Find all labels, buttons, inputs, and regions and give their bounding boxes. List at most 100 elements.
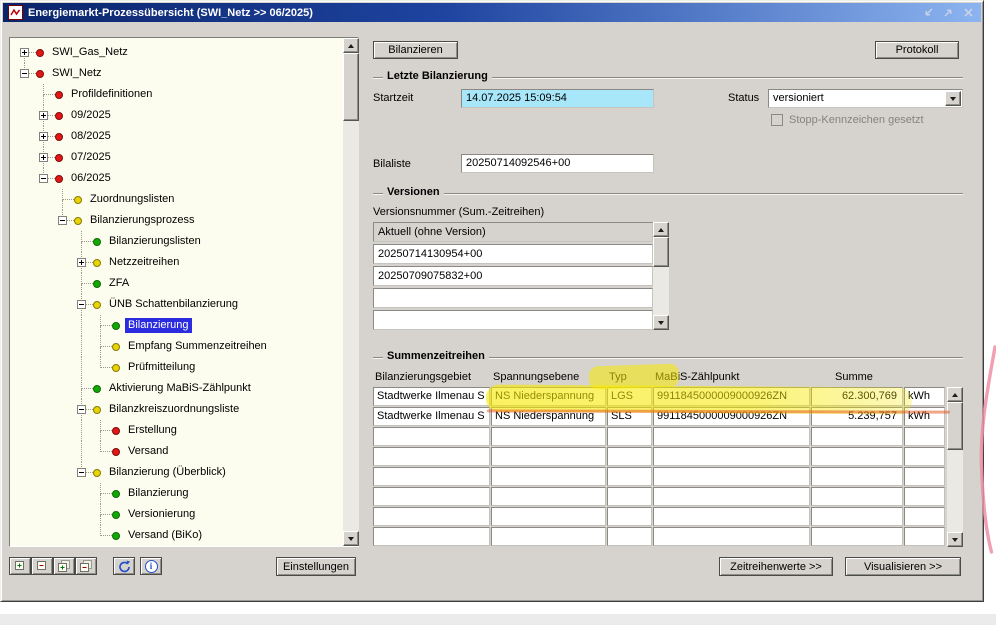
tree-item-label[interactable]: Profildefinitionen xyxy=(68,87,155,102)
startzeit-field[interactable]: 14.07.2025 15:09:54 xyxy=(461,89,654,108)
zeitreihenwerte-button[interactable]: Zeitreihenwerte >> xyxy=(719,557,833,576)
expand-node-button[interactable] xyxy=(9,557,31,575)
cell-spannungsebene[interactable] xyxy=(491,447,606,466)
cell-einheit[interactable]: kWh xyxy=(904,407,945,426)
scroll-down-icon[interactable] xyxy=(343,531,359,546)
tree-item-label[interactable]: Bilanzierung xyxy=(125,318,192,333)
table-scrollbar-thumb[interactable] xyxy=(947,402,963,450)
visualisieren-button[interactable]: Visualisieren >> xyxy=(845,557,961,576)
cell-einheit[interactable] xyxy=(904,467,945,486)
tree-item-label[interactable]: Prüfmitteilung xyxy=(125,360,198,375)
version-list-item[interactable] xyxy=(373,288,653,308)
tree-item-bilanzierung-überblick-[interactable]: Bilanzierung (Überblick) xyxy=(10,462,341,483)
tree-item-07-2025[interactable]: 07/2025 xyxy=(10,147,341,168)
cell-typ[interactable]: SLS xyxy=(607,407,652,426)
chevron-down-icon[interactable] xyxy=(945,91,961,106)
cell-typ[interactable] xyxy=(607,427,652,446)
expand-plus-icon[interactable] xyxy=(39,111,48,120)
cell-bilanzierungsgebiet[interactable]: Stadtwerke Ilmenau S xyxy=(373,407,490,426)
tree-item-label[interactable]: Versionierung xyxy=(125,507,198,522)
cell-summe[interactable] xyxy=(811,467,903,486)
tree-item-bilanzkreiszuordnungsliste[interactable]: Bilanzkreiszuordnungsliste xyxy=(10,399,341,420)
tree-item-09-2025[interactable]: 09/2025 xyxy=(10,105,341,126)
tree-item-label[interactable]: 07/2025 xyxy=(68,150,114,165)
cell-summe[interactable] xyxy=(811,487,903,506)
cell-mabis-zaehlpunkt[interactable]: 9911845000009000926ZN xyxy=(653,407,810,426)
table-scrollbar[interactable] xyxy=(947,387,963,547)
tree-item-bilanzierung[interactable]: Bilanzierung xyxy=(10,315,341,336)
collapse-minus-icon[interactable] xyxy=(77,468,86,477)
einstellungen-button[interactable]: Einstellungen xyxy=(276,557,356,576)
tree-item-label[interactable]: 08/2025 xyxy=(68,129,114,144)
tree-item-label[interactable]: SWI_Gas_Netz xyxy=(49,45,131,60)
tree-item-netzzeitreihen[interactable]: Netzzeitreihen xyxy=(10,252,341,273)
cell-summe[interactable] xyxy=(811,447,903,466)
cell-einheit[interactable]: kWh xyxy=(904,387,945,406)
cell-bilanzierungsgebiet[interactable]: Stadtwerke Ilmenau S xyxy=(373,387,490,406)
tree-scrollbar-thumb[interactable] xyxy=(343,53,359,121)
tree-item-profildefinitionen[interactable]: Profildefinitionen xyxy=(10,84,341,105)
cell-spannungsebene[interactable] xyxy=(491,487,606,506)
cell-summe[interactable]: 62.300,769 xyxy=(811,387,903,406)
scroll-up-icon[interactable] xyxy=(947,387,963,402)
scroll-up-icon[interactable] xyxy=(653,222,669,237)
cell-spannungsebene[interactable] xyxy=(491,527,606,546)
version-list-item[interactable]: 20250714130954+00 xyxy=(373,244,653,264)
collapse-minus-icon[interactable] xyxy=(77,300,86,309)
cell-typ[interactable] xyxy=(607,447,652,466)
stopp-kennzeichen-checkbox[interactable] xyxy=(771,114,783,126)
cell-summe[interactable] xyxy=(811,507,903,526)
cell-spannungsebene[interactable] xyxy=(491,507,606,526)
tree-item-zfa[interactable]: ZFA xyxy=(10,273,341,294)
tree-item-swi-gas-netz[interactable]: SWI_Gas_Netz xyxy=(10,42,341,63)
cell-mabis-zaehlpunkt[interactable] xyxy=(653,447,810,466)
tree-item-label[interactable]: Bilanzkreiszuordnungsliste xyxy=(106,402,242,417)
version-list-item[interactable] xyxy=(373,310,653,330)
cell-spannungsebene[interactable]: NS Niederspannung xyxy=(491,387,606,406)
cell-summe[interactable] xyxy=(811,427,903,446)
tree-item-erstellung[interactable]: Erstellung xyxy=(10,420,341,441)
tree-item-versionierung[interactable]: Versionierung xyxy=(10,504,341,525)
tree-item-bilanzierungslisten[interactable]: Bilanzierungslisten xyxy=(10,231,341,252)
tree-item-label[interactable]: Erstellung xyxy=(125,423,180,438)
cell-typ[interactable] xyxy=(607,527,652,546)
version-list-item[interactable]: Aktuell (ohne Version) xyxy=(373,222,653,242)
tree-item-versand[interactable]: Versand xyxy=(10,441,341,462)
cell-typ[interactable] xyxy=(607,467,652,486)
tree-item-aktivierung-mabis-zählpunkt[interactable]: Aktivierung MaBiS-Zählpunkt xyxy=(10,378,341,399)
tree-item-label[interactable]: Netzzeitreihen xyxy=(106,255,182,270)
maximize-window-icon[interactable] xyxy=(942,7,954,19)
cell-einheit[interactable] xyxy=(904,527,945,546)
tree-item-label[interactable]: ÜNB Schattenbilanzierung xyxy=(106,297,241,312)
bilaliste-field[interactable]: 20250714092546+00 xyxy=(461,154,654,173)
expand-plus-icon[interactable] xyxy=(77,258,86,267)
collapse-minus-icon[interactable] xyxy=(39,174,48,183)
cell-mabis-zaehlpunkt[interactable] xyxy=(653,487,810,506)
cell-einheit[interactable] xyxy=(904,507,945,526)
tree-item-06-2025[interactable]: 06/2025 xyxy=(10,168,341,189)
cell-einheit[interactable] xyxy=(904,487,945,506)
status-dropdown[interactable]: versioniert xyxy=(768,89,963,108)
cell-summe[interactable] xyxy=(811,527,903,546)
tree-item-prüfmitteilung[interactable]: Prüfmitteilung xyxy=(10,357,341,378)
version-list-item[interactable]: 20250709075832+00 xyxy=(373,266,653,286)
tree-item-zuordnungslisten[interactable]: Zuordnungslisten xyxy=(10,189,341,210)
tree-item-label[interactable]: 09/2025 xyxy=(68,108,114,123)
refresh-button[interactable] xyxy=(113,557,135,575)
tree-item-label[interactable]: Bilanzierungslisten xyxy=(106,234,204,249)
tree-item-bilanzierungsprozess[interactable]: Bilanzierungsprozess xyxy=(10,210,341,231)
cell-mabis-zaehlpunkt[interactable] xyxy=(653,427,810,446)
tree-item-ünb-schattenbilanzierung[interactable]: ÜNB Schattenbilanzierung xyxy=(10,294,341,315)
cell-bilanzierungsgebiet[interactable] xyxy=(373,447,490,466)
cell-einheit[interactable] xyxy=(904,447,945,466)
expand-plus-icon[interactable] xyxy=(39,153,48,162)
tree-item-label[interactable]: Bilanzierung (Überblick) xyxy=(106,465,229,480)
cell-bilanzierungsgebiet[interactable] xyxy=(373,467,490,486)
tree-item-label[interactable]: Bilanzierungsprozess xyxy=(87,213,198,228)
protokoll-button[interactable]: Protokoll xyxy=(875,41,959,59)
tree-item-label[interactable]: Versand xyxy=(125,444,171,459)
tree-item-swi-netz[interactable]: SWI_Netz xyxy=(10,63,341,84)
cell-typ[interactable]: LGS xyxy=(607,387,652,406)
cell-mabis-zaehlpunkt[interactable]: 9911845000009000926ZN xyxy=(653,387,810,406)
cell-einheit[interactable] xyxy=(904,427,945,446)
